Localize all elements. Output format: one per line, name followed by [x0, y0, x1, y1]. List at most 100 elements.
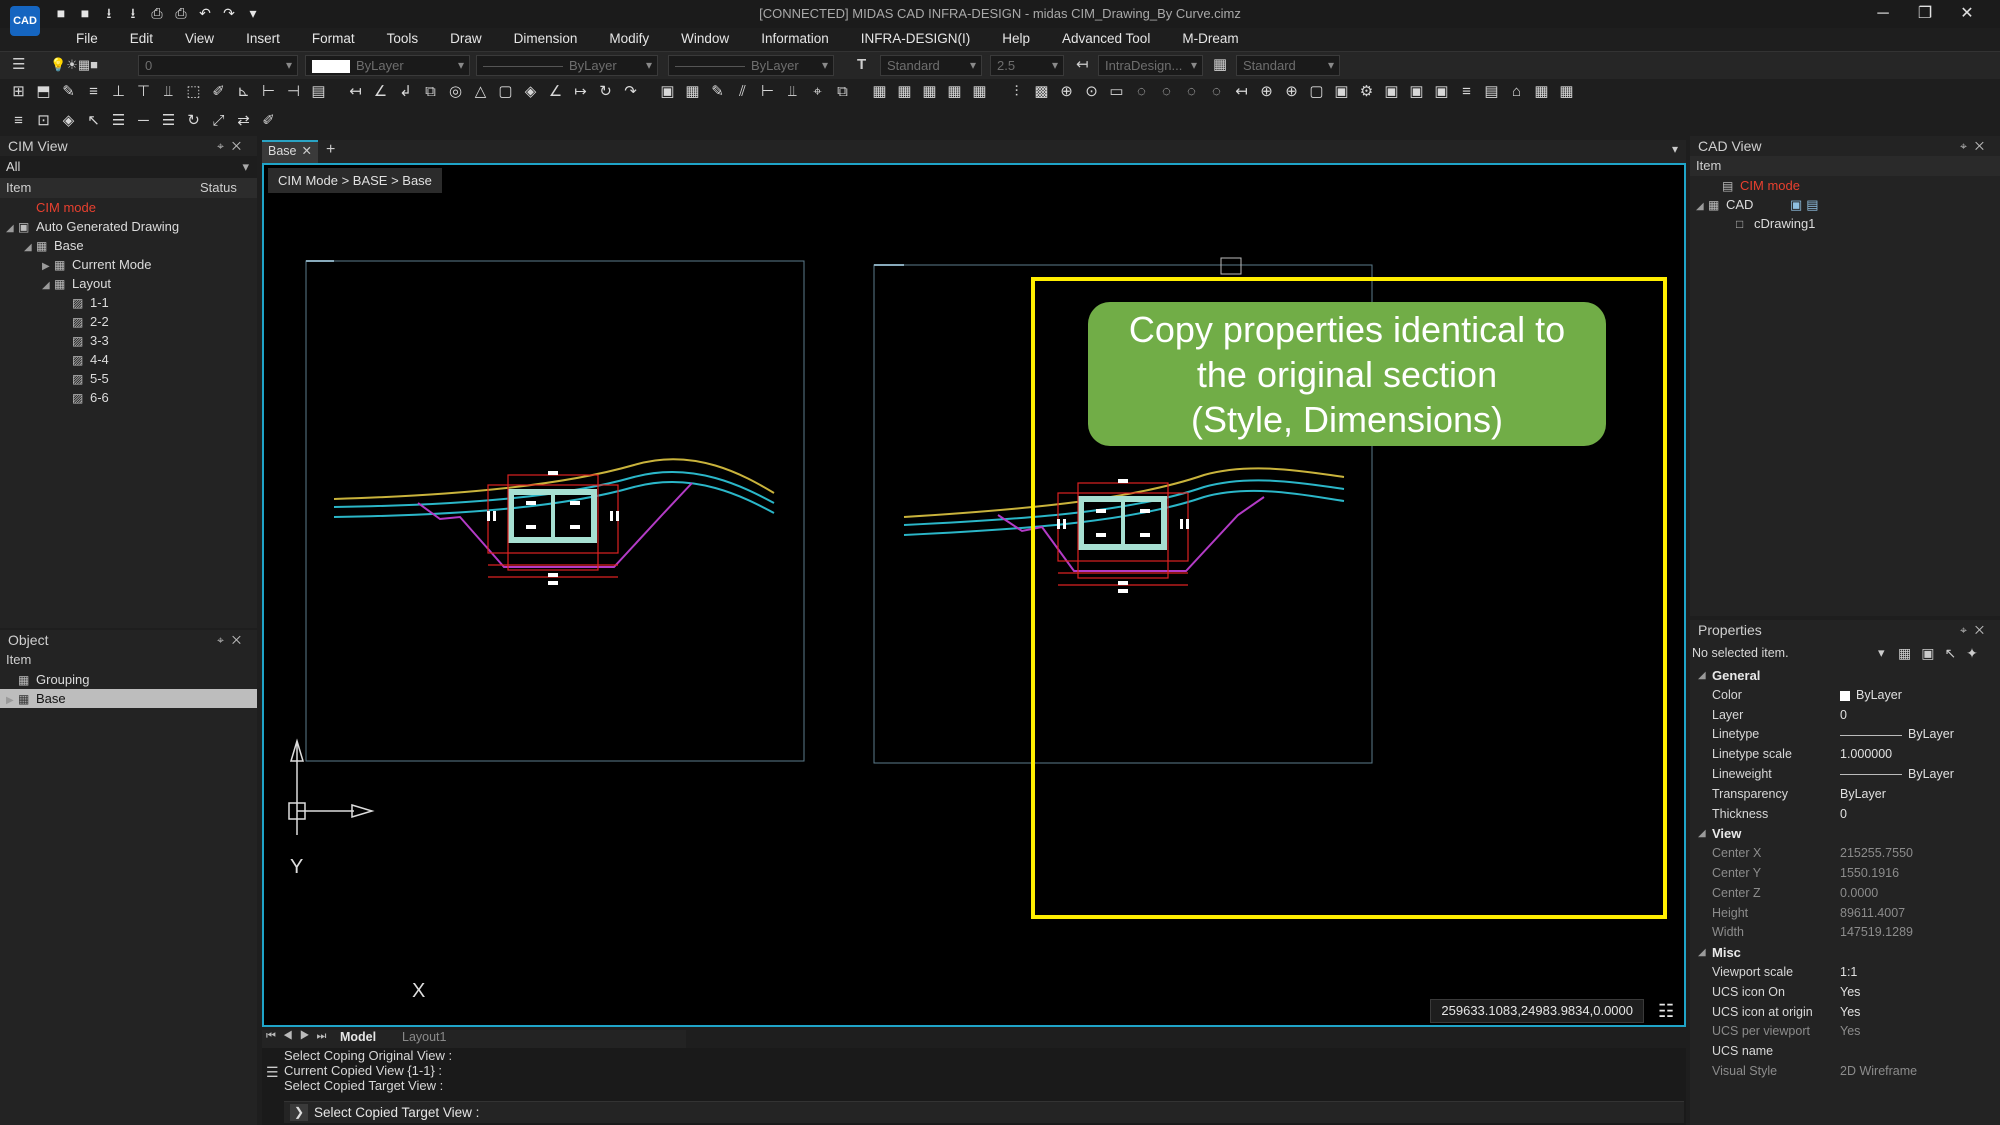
toolbar-tool-icon[interactable]: ▤ — [308, 81, 329, 102]
toolbar-tool-icon[interactable]: ▣ — [1381, 81, 1402, 102]
properties-tool-icons[interactable]: ▦▣↖✦ — [1898, 640, 1988, 666]
property-row[interactable]: Transparency ByLayer — [1690, 785, 2000, 805]
tree-item[interactable]: ▤ CIM mode — [1690, 176, 2000, 195]
property-row[interactable]: Thickness 0 — [1690, 805, 2000, 825]
panel-pin-close-icons[interactable]: ⌖✕ — [217, 630, 249, 650]
menu-insert[interactable]: Insert — [230, 28, 296, 50]
dim-style-icon[interactable]: ↤ — [1076, 55, 1089, 75]
minimize-button[interactable]: ─ — [1862, 3, 1904, 25]
property-row[interactable]: Layer 0 — [1690, 706, 2000, 726]
tree-item[interactable]: ▦ Grouping — [0, 670, 257, 689]
toolbar-tool-icon[interactable]: ⊾ — [233, 81, 254, 102]
tree-item[interactable]: ◢ ▦ Base — [0, 236, 257, 255]
toolbar-tool-icon[interactable]: ⊕ — [1056, 81, 1077, 102]
text-style-icon[interactable]: T — [857, 55, 866, 75]
menu-help[interactable]: Help — [986, 28, 1046, 50]
toolbar-tool-icon[interactable]: ⫽ — [732, 81, 753, 102]
menu-window[interactable]: Window — [665, 28, 745, 50]
toolbar-tool-icon[interactable]: ▦ — [894, 81, 915, 102]
toolbar-tool-icon[interactable]: ▤ — [1481, 81, 1502, 102]
toolbar-tool-icon[interactable]: ◌ — [1206, 81, 1227, 102]
selection-dropdown[interactable]: No selected item. ▾ ▦▣↖✦ — [1690, 640, 2000, 666]
toolbar-tool-icon[interactable]: ↤ — [1231, 81, 1252, 102]
close-button[interactable]: ✕ — [1946, 3, 1988, 25]
toolbar-tool-icon[interactable]: ✐ — [208, 81, 229, 102]
toolbar-tool-icon[interactable]: ▦ — [869, 81, 890, 102]
tree-item[interactable]: ▨ 4-4 — [0, 350, 257, 369]
toolbar-tool-icon[interactable]: ⇄ — [233, 110, 254, 131]
expand-arrow-icon[interactable]: ▶ — [6, 691, 18, 710]
tab-list-chevron-icon[interactable]: ▾ — [1672, 142, 1678, 156]
property-row[interactable]: UCS icon On Yes — [1690, 983, 2000, 1003]
property-group-view[interactable]: ◢ View — [1690, 824, 2000, 844]
panel-pin-close-icons[interactable]: ⌖✕ — [1960, 136, 1992, 156]
property-row[interactable]: Lineweight ByLayer — [1690, 765, 2000, 785]
menu-advanced-tool[interactable]: Advanced Tool — [1046, 28, 1166, 50]
toolbar-tool-icon[interactable]: ↦ — [570, 81, 591, 102]
panel-pin-close-icons[interactable]: ⌖✕ — [217, 136, 249, 156]
menu-m-dream[interactable]: M-Dream — [1166, 28, 1254, 50]
grid-view-icon[interactable]: ☷ — [1658, 1001, 1678, 1021]
collapse-arrow-icon[interactable]: ◢ — [1698, 943, 1706, 963]
property-row[interactable]: Visual Style 2D Wireframe — [1690, 1062, 2000, 1082]
toolbar-tool-icon[interactable]: ▣ — [1406, 81, 1427, 102]
property-group-general[interactable]: ◢ General — [1690, 666, 2000, 686]
toolbar-tool-icon[interactable]: ◌ — [1181, 81, 1202, 102]
property-group-misc[interactable]: ◢ Misc — [1690, 943, 2000, 963]
layer-manager-icon[interactable]: ☰ — [12, 55, 25, 75]
tree-item[interactable]: ▨ 6-6 — [0, 388, 257, 407]
toolbar-tool-icon[interactable]: ⊤ — [133, 81, 154, 102]
toolbar-tool-icon[interactable]: ≡ — [1456, 81, 1477, 102]
toolbar-tool-icon[interactable]: ▩ — [1031, 81, 1052, 102]
color-combo[interactable]: ByLayer — [305, 55, 470, 76]
toolbar-tool-icon[interactable]: ⫫ — [782, 81, 803, 102]
toolbar-tool-icon[interactable]: ◈ — [58, 110, 79, 131]
property-row[interactable]: UCS icon at origin Yes — [1690, 1003, 2000, 1023]
menu-information[interactable]: Information — [745, 28, 845, 50]
property-row[interactable]: Center X 215255.7550 — [1690, 844, 2000, 864]
layout-nav-icons[interactable]: ⏮◀▶⏭ — [266, 1030, 333, 1043]
toolbar-tool-icon[interactable]: ▦ — [682, 81, 703, 102]
toolbar-tool-icon[interactable]: ✎ — [58, 81, 79, 102]
dim-style-combo[interactable]: IntraDesign... — [1098, 55, 1203, 76]
toolbar-tool-icon[interactable]: ◈ — [520, 81, 541, 102]
property-row[interactable]: Center Z 0.0000 — [1690, 884, 2000, 904]
property-row[interactable]: UCS per viewport Yes — [1690, 1022, 2000, 1042]
property-row[interactable]: Viewport scale 1:1 — [1690, 963, 2000, 983]
toolbar-tool-icon[interactable]: ⬒ — [33, 81, 54, 102]
menu-edit[interactable]: Edit — [114, 28, 169, 50]
text-height-combo[interactable]: 2.5 — [990, 55, 1064, 76]
toolbar-tool-icon[interactable]: ▢ — [495, 81, 516, 102]
toolbar-tool-icon[interactable]: ⊕ — [1256, 81, 1277, 102]
toolbar-tool-icon[interactable]: ▦ — [1556, 81, 1577, 102]
toolbar-tool-icon[interactable]: ↻ — [183, 110, 204, 131]
collapse-arrow-icon[interactable]: ◢ — [1698, 824, 1706, 844]
toolbar-tool-icon[interactable]: ▣ — [657, 81, 678, 102]
drawing-canvas[interactable]: CIM Mode > BASE > Base Y X Copy properti… — [262, 163, 1686, 1027]
tree-item[interactable]: CIM mode — [0, 198, 257, 217]
toolbar-tool-icon[interactable]: ☰ — [108, 110, 129, 131]
toolbar-tool-icon[interactable]: ↲ — [395, 81, 416, 102]
toolbar-tool-icon[interactable]: ⊙ — [1081, 81, 1102, 102]
menu-tools[interactable]: Tools — [371, 28, 435, 50]
toolbar-tool-icon[interactable]: ↖ — [83, 110, 104, 131]
toolbar-tool-icon[interactable]: ◎ — [445, 81, 466, 102]
tree-item[interactable]: ◢ ▦ CAD ▣▤ — [1690, 195, 2000, 214]
toolbar-tool-icon[interactable]: ↷ — [620, 81, 641, 102]
toolbar-tool-icon[interactable]: △ — [470, 81, 491, 102]
toolbar-tool-icon[interactable]: ↻ — [595, 81, 616, 102]
toolbar-tool-icon[interactable]: ▦ — [919, 81, 940, 102]
toolbar-tool-icon[interactable]: ✎ — [707, 81, 728, 102]
menu-draw[interactable]: Draw — [434, 28, 498, 50]
toolbar-tool-icon[interactable]: ─ — [133, 110, 154, 131]
toolbar-tool-icon[interactable]: ⊞ — [8, 81, 29, 102]
toolbar-tool-icon[interactable]: ⫫ — [158, 81, 179, 102]
toolbar-tool-icon[interactable]: ⤢ — [208, 110, 229, 131]
toolbar-tool-icon[interactable]: ⬚ — [183, 81, 204, 102]
menu-format[interactable]: Format — [296, 28, 371, 50]
toolbar-tool-icon[interactable]: ▣ — [1331, 81, 1352, 102]
toolbar-tool-icon[interactable]: ⊢ — [258, 81, 279, 102]
table-style-combo[interactable]: Standard — [1236, 55, 1340, 76]
text-style-combo[interactable]: Standard — [880, 55, 982, 76]
linetype-combo[interactable]: ByLayer — [476, 55, 658, 76]
